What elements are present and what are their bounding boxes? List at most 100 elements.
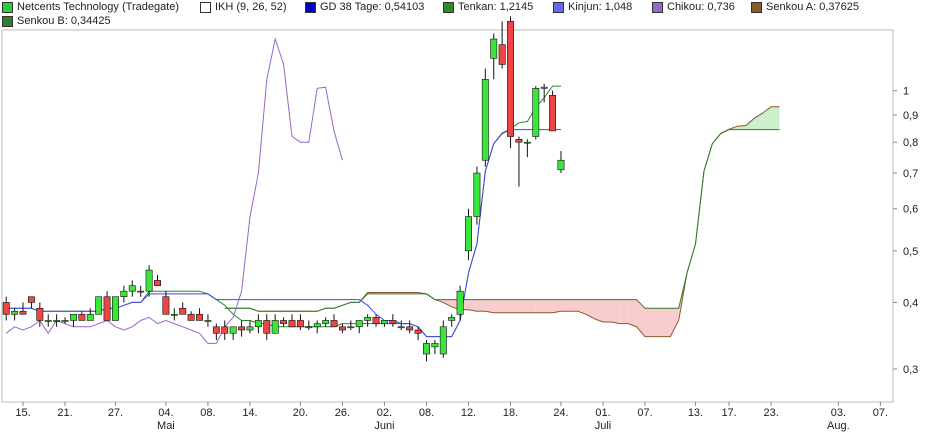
candle-body — [196, 313, 203, 321]
cloud-segment — [468, 299, 477, 312]
candle-body — [11, 310, 19, 315]
cloud-segment — [661, 308, 671, 337]
candle-body — [19, 310, 27, 315]
x-tick-label: 07. — [873, 407, 888, 419]
candle-body — [162, 296, 170, 315]
x-tick-label: 04. — [158, 407, 173, 419]
x-tick-label: 27. — [108, 407, 123, 419]
candle-body — [372, 317, 380, 324]
candle-body — [36, 307, 44, 321]
candle-body — [423, 343, 430, 355]
month-label: Juni — [374, 420, 394, 432]
candle-body — [448, 317, 456, 321]
candle-body — [313, 323, 321, 328]
x-tick-label: 23. — [763, 407, 778, 419]
plot-frame — [1, 29, 894, 403]
cloud-segment — [619, 299, 629, 324]
x-tick-label: 24. — [553, 407, 568, 419]
x-tick-label: 20. — [293, 407, 308, 419]
x-tick-label: 21. — [57, 407, 72, 419]
cloud-segment — [569, 299, 578, 312]
candle-body — [473, 172, 481, 217]
candle-body — [364, 317, 372, 321]
candle-body — [154, 280, 161, 287]
candle-body — [179, 307, 187, 315]
y-tick-label: 0,9 — [903, 110, 918, 122]
candle-body — [456, 290, 464, 315]
candle-body — [212, 326, 220, 334]
candle-body — [532, 88, 540, 137]
y-tick-label: 0,3 — [903, 364, 918, 376]
candle-body — [397, 326, 405, 329]
x-tick-label: 13. — [688, 407, 703, 419]
y-tick-label: 0,8 — [903, 137, 918, 149]
cloud-segment — [771, 106, 780, 130]
candle-body — [145, 269, 153, 292]
y-tick-label: 0,6 — [903, 204, 918, 216]
candle-body — [296, 320, 304, 328]
candle-body — [254, 320, 262, 328]
cloud-segment — [603, 299, 612, 323]
candle-body — [103, 296, 111, 321]
candle-body — [69, 313, 77, 321]
candle-body — [229, 326, 237, 334]
y-tick-label: 0,5 — [903, 246, 918, 258]
candle-body — [137, 290, 145, 293]
candle-body — [271, 320, 279, 334]
cloud-segment — [594, 299, 604, 323]
candle-body — [120, 290, 128, 298]
cloud-segment — [611, 299, 620, 324]
month-label: Mai — [157, 420, 175, 432]
candle-body — [170, 313, 178, 316]
candle-body — [305, 326, 313, 329]
candle-body — [44, 320, 52, 322]
cloud-segment — [485, 299, 494, 313]
candle-body — [95, 296, 103, 315]
candle-body — [246, 326, 254, 331]
x-tick-label: 03. — [831, 407, 846, 419]
candle-body — [238, 326, 246, 331]
candle-body — [263, 320, 271, 334]
candlestick-chart: 1 0,9 0,8 0,7 0,6 0,5 0,4 0,3 15. 21. 27. 04. 08. 14.… — [1, 16, 918, 432]
candle-body — [414, 329, 422, 334]
candle-body — [557, 159, 565, 171]
candle-body — [523, 141, 531, 144]
cloud-segment — [510, 299, 519, 313]
axes: 1 0,9 0,8 0,7 0,6 0,5 0,4 0,3 15. 21. 27. 04. 08. 14.… — [15, 86, 918, 432]
candle-body — [280, 320, 288, 324]
candle-body — [481, 79, 489, 161]
x-tick-label: 17. — [721, 407, 736, 419]
x-tick-label: 07. — [637, 407, 652, 419]
candle-body — [112, 296, 119, 321]
candle-body — [2, 302, 10, 315]
month-label: Aug. — [827, 420, 850, 432]
candle-body — [498, 44, 506, 65]
x-tick-label: 02. — [377, 407, 392, 419]
candle-body — [406, 326, 414, 331]
y-tick-label: 0,7 — [903, 168, 918, 180]
x-tick-label: 14. — [242, 407, 257, 419]
candle-body — [288, 320, 296, 328]
cloud-segment — [493, 299, 503, 313]
candle-body — [61, 320, 69, 322]
candle-body — [330, 320, 338, 328]
cloud-segment — [476, 299, 486, 312]
ichimoku-cloud — [249, 106, 780, 337]
candle-body — [338, 326, 346, 331]
candle-body — [78, 313, 86, 321]
cloud-segment — [560, 299, 570, 312]
candle-body — [515, 139, 523, 143]
x-tick-label: 26. — [335, 407, 350, 419]
candle-body — [27, 296, 35, 303]
cloud-segment — [502, 299, 511, 313]
indicator-lines — [5, 37, 780, 344]
candle-body — [128, 285, 136, 292]
y-tick-label: 1 — [903, 86, 909, 98]
cloud-segment — [586, 299, 595, 319]
grid — [1, 29, 894, 403]
candle-body — [465, 216, 472, 252]
x-tick-label: 18. — [503, 407, 518, 419]
candle-body — [204, 320, 212, 322]
candle-body — [439, 326, 447, 355]
candle-body — [431, 343, 439, 348]
